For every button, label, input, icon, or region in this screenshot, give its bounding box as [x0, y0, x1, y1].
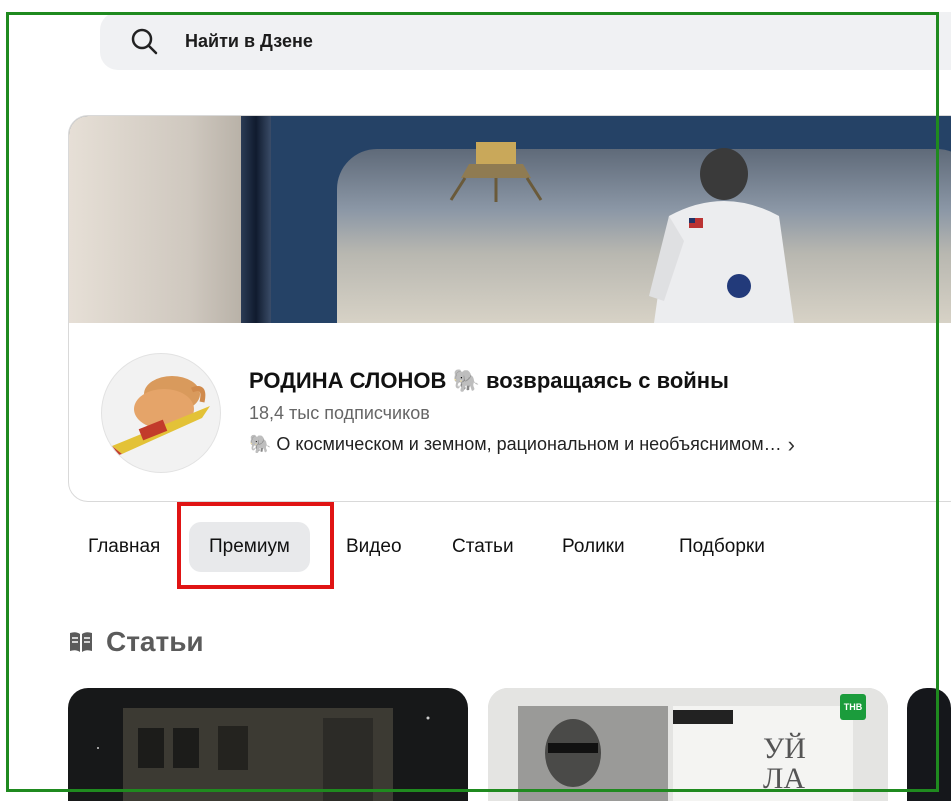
channel-name[interactable]: РОДИНА СЛОНОВ 🐘 возвращаясь с войны: [249, 368, 729, 394]
tv-channel-badge: ТНВ: [840, 694, 866, 720]
article-card[interactable]: УЙ ЛА ТНВ: [488, 688, 888, 801]
channel-avatar[interactable]: [101, 353, 221, 473]
chevron-right-icon[interactable]: ›: [788, 433, 795, 455]
channel-description-text: 🐘 О космическом и земном, рациональном и…: [249, 434, 782, 454]
search-bar[interactable]: Найти в Дзене: [100, 12, 951, 70]
search-icon: [131, 28, 158, 55]
article-thumbnail-image: УЙ ЛА: [488, 688, 888, 801]
tab-articles[interactable]: Статьи: [432, 522, 534, 572]
astronaut-image: [649, 148, 794, 323]
svg-text:УЙ: УЙ: [763, 732, 806, 765]
article-card[interactable]: [68, 688, 468, 801]
article-card[interactable]: [907, 688, 951, 801]
tab-shorts[interactable]: Ролики: [542, 522, 645, 572]
tab-collections[interactable]: Подборки: [659, 522, 785, 572]
channel-description[interactable]: 🐘 О космическом и земном, рациональном и…: [249, 433, 795, 455]
lunar-module-image: [449, 142, 543, 202]
search-placeholder[interactable]: Найти в Дзене: [185, 31, 313, 52]
channel-cover-image: [69, 116, 951, 323]
articles-section-header: Статьи: [68, 626, 204, 658]
tab-main[interactable]: Главная: [68, 522, 180, 572]
tab-video[interactable]: Видео: [326, 522, 422, 572]
book-open-icon: [70, 632, 92, 652]
section-title: Статьи: [106, 626, 204, 657]
tab-premium[interactable]: Премиум: [189, 522, 310, 572]
svg-text:ЛА: ЛА: [763, 762, 805, 795]
channel-card: РОДИНА СЛОНОВ 🐘 возвращаясь с войны 18,4…: [68, 115, 951, 502]
subscriber-count: 18,4 тыс подписчиков: [249, 403, 430, 423]
article-thumbnail-image: [97, 708, 430, 801]
